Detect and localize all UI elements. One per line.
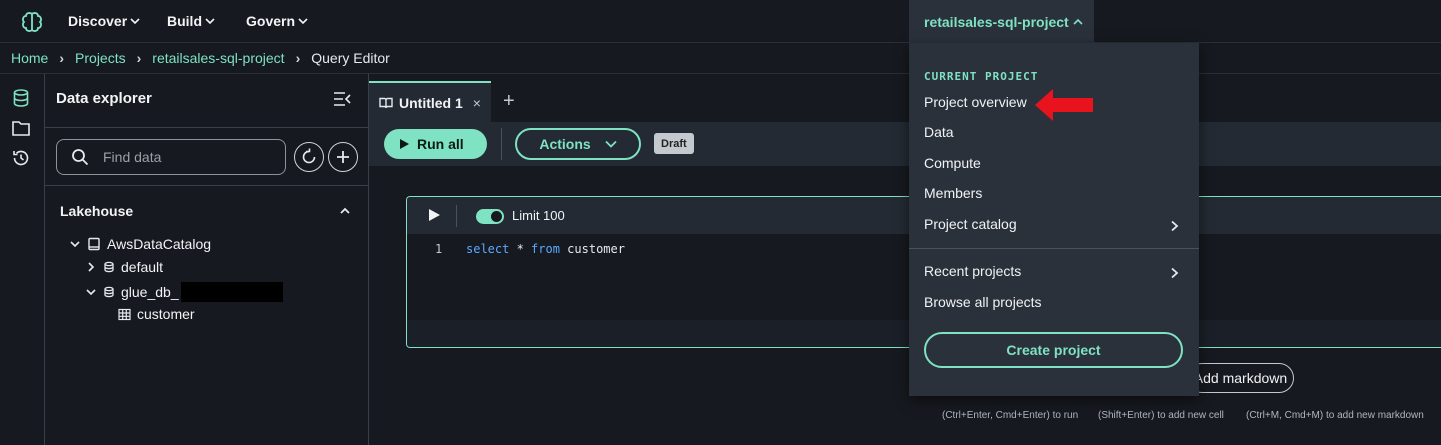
query-editor: Untitled 1 × + Run all Actions Draft Lim… (369, 74, 1441, 445)
current-project-heading: CURRENT PROJECT (924, 70, 1039, 83)
play-icon (400, 139, 409, 149)
breadcrumb-current: Query Editor (311, 50, 390, 66)
limit-label: Limit 100 (512, 208, 565, 223)
menu-item-compute[interactable]: Compute (924, 155, 981, 171)
tree-item-table-customer[interactable]: customer (118, 306, 195, 322)
refresh-button[interactable] (294, 142, 324, 172)
breadcrumb-projects[interactable]: Projects (75, 50, 126, 66)
catalog-book-icon (88, 237, 100, 251)
tree-item-default-db[interactable]: default (85, 259, 163, 275)
shortcut-hint: (Shift+Enter) to add new cell (1098, 410, 1224, 421)
search-icon (72, 149, 89, 166)
divider (45, 185, 369, 186)
collapse-panel-icon[interactable] (332, 90, 352, 108)
top-navigation: Discover Build Govern retailsales-sql-pr… (0, 0, 1441, 43)
breadcrumb-home[interactable]: Home (11, 50, 48, 66)
nav-govern[interactable]: Govern (246, 13, 308, 29)
shortcut-hint: (Ctrl+M, Cmd+M) to add new markdown (1246, 410, 1424, 421)
run-all-button[interactable]: Run all (384, 129, 487, 159)
menu-item-data[interactable]: Data (924, 124, 954, 140)
database-icon[interactable] (11, 88, 31, 108)
add-data-button[interactable] (328, 142, 358, 172)
breadcrumb-separator: › (59, 50, 65, 66)
breadcrumb-separator: › (136, 50, 142, 66)
redacted-text (180, 282, 283, 302)
brain-logo-icon[interactable] (20, 10, 44, 34)
notebook-book-icon (379, 97, 393, 108)
nav-govern-label: Govern (246, 13, 296, 29)
chevron-right-icon (88, 262, 95, 272)
breadcrumb-separator: › (295, 50, 301, 66)
project-switcher-button[interactable]: retailsales-sql-project (909, 0, 1094, 43)
close-tab-icon[interactable]: × (473, 95, 481, 111)
chevron-down-icon (205, 18, 215, 25)
folder-icon[interactable] (11, 118, 31, 138)
editor-toolbar: Run all Actions Draft (369, 122, 1441, 166)
tab-untitled-1[interactable]: Untitled 1 × (369, 81, 491, 122)
limit-toggle[interactable] (476, 209, 504, 224)
menu-item-project-catalog[interactable]: Project catalog (924, 216, 1017, 232)
menu-item-browse-all-projects[interactable]: Browse all projects (924, 294, 1042, 310)
sql-keyword: select (466, 242, 510, 256)
chevron-down-icon (130, 18, 140, 25)
plus-icon (337, 151, 349, 163)
chevron-up-icon[interactable] (339, 205, 351, 217)
draft-badge: Draft (654, 133, 694, 154)
chevron-down-icon (70, 241, 80, 248)
sql-keyword: from (531, 242, 560, 256)
chevron-right-icon[interactable] (1169, 267, 1179, 279)
tree-item-glue-db[interactable]: glue_db_ (85, 282, 283, 302)
create-project-button[interactable]: Create project (924, 332, 1183, 368)
chevron-right-icon[interactable] (1169, 220, 1179, 232)
breadcrumb-project[interactable]: retailsales-sql-project (152, 50, 284, 66)
shortcut-hint: (Ctrl+Enter, Cmd+Enter) to run (942, 410, 1079, 421)
editor-tabbar: Untitled 1 × + (369, 74, 1441, 122)
search-input[interactable] (103, 149, 263, 165)
run-cell-play-icon[interactable] (427, 208, 441, 222)
sql-token: * (509, 242, 532, 256)
nav-build-label: Build (167, 13, 202, 29)
chevron-down-icon (605, 140, 617, 148)
menu-item-project-overview[interactable]: Project overview (924, 94, 1027, 110)
tree-item-label: default (121, 259, 164, 275)
menu-item-recent-projects[interactable]: Recent projects (924, 263, 1021, 279)
nav-discover[interactable]: Discover (68, 13, 140, 29)
chevron-down-icon (298, 18, 308, 25)
add-tab-icon[interactable]: + (503, 90, 515, 113)
red-arrow-annotation-icon (1035, 89, 1093, 121)
find-data-search[interactable] (56, 139, 286, 175)
divider (501, 128, 502, 160)
tree-item-label: glue_db_ (121, 284, 179, 300)
menu-item-members[interactable]: Members (924, 185, 982, 201)
chevron-up-icon (1073, 18, 1083, 25)
chevron-down-icon (86, 289, 96, 296)
table-icon (118, 308, 131, 320)
refresh-icon (302, 148, 316, 164)
tree-item-label: customer (137, 306, 195, 322)
sql-token: customer (559, 242, 625, 256)
left-rail (0, 74, 45, 445)
code-line: select * from customer (466, 242, 625, 256)
line-number: 1 (435, 242, 443, 256)
lakehouse-section-title: Lakehouse (60, 203, 134, 219)
nav-build[interactable]: Build (167, 13, 215, 29)
divider (909, 248, 1199, 249)
add-markdown-button[interactable]: Add markdown (1187, 363, 1294, 393)
breadcrumb: Home › Projects › retailsales-sql-projec… (0, 43, 1441, 74)
data-explorer-panel: Data explorer Lakehouse AwsDataCatalog d… (45, 74, 369, 445)
database-icon (104, 261, 114, 273)
tree-item-label: AwsDataCatalog (107, 236, 212, 252)
tree-item-catalog[interactable]: AwsDataCatalog (69, 236, 211, 252)
run-all-label: Run all (417, 136, 464, 152)
project-switcher-label: retailsales-sql-project (924, 13, 1069, 30)
data-explorer-title: Data explorer (56, 90, 152, 107)
actions-label: Actions (539, 136, 591, 152)
nav-discover-label: Discover (68, 13, 128, 29)
tab-label: Untitled 1 (399, 94, 463, 111)
divider (45, 127, 369, 128)
database-icon (104, 286, 114, 298)
history-icon[interactable] (11, 148, 31, 168)
actions-dropdown-button[interactable]: Actions (515, 128, 641, 160)
divider (456, 205, 457, 227)
